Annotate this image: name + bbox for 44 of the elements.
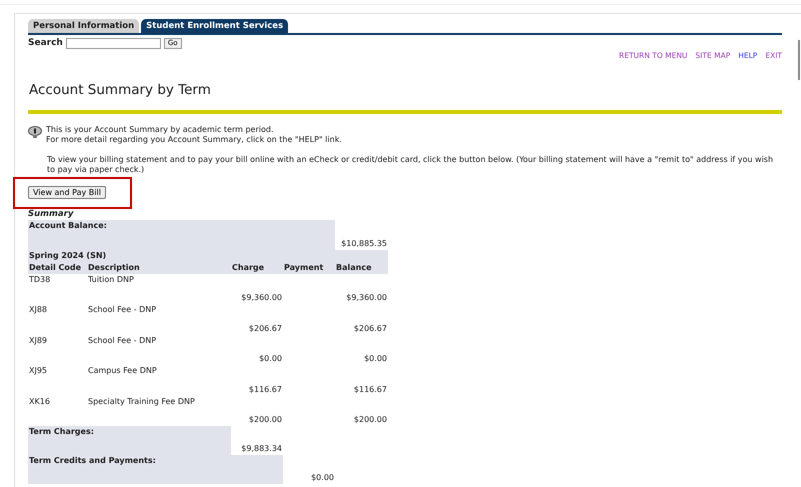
table-cell-text: $116.67 — [352, 384, 388, 396]
tab[interactable]: Personal Information — [28, 19, 140, 33]
column-header: Charge — [231, 262, 283, 274]
page-title: Account Summary by Term — [29, 80, 212, 99]
search-label: Search — [28, 37, 63, 50]
column-header: Payment — [283, 262, 335, 274]
table-cell-text: $0.00 — [258, 353, 283, 366]
info-icon — [28, 126, 42, 138]
table-cell-text: $9,360.00 — [240, 292, 283, 304]
table-cell-text: Tuition DNP — [87, 274, 135, 286]
table-cell-text: $10,885.35 — [340, 238, 388, 250]
table-cell-text: $9,360.00 — [345, 292, 388, 304]
term-heading: Spring 2024 (SN) — [28, 250, 388, 262]
tab[interactable]: Student Enrollment Services — [141, 19, 288, 33]
table-cell-text: $200.00 — [248, 414, 283, 426]
table-cell-text: XJ88 — [28, 304, 48, 316]
search-field[interactable] — [66, 38, 161, 50]
table-cell-text: XJ89 — [28, 334, 48, 347]
info-text: For more detail regarding you Account Summary, click on the "HELP" link. — [46, 134, 342, 145]
table-cell-text: $206.67 — [248, 322, 283, 335]
table-label-cell: Account Balance: — [28, 220, 335, 250]
table-cell-text: $206.67 — [352, 322, 388, 335]
table-cell-text: TD38 — [28, 274, 52, 286]
table-cell-text: Specialty Training Fee DNP — [87, 396, 196, 408]
summary-caption: Summary — [28, 208, 74, 220]
info-text: This is your Account Summary by academic term period. — [46, 124, 274, 135]
table-cell-text: XJ95 — [28, 365, 48, 378]
table-cell-text: Campus Fee DNP — [87, 365, 158, 378]
table-cell-text: School Fee - DNP — [87, 304, 158, 316]
scrollbar-thumb[interactable] — [798, 40, 800, 80]
column-header: Balance — [335, 262, 388, 274]
table-cell-text: XK16 — [28, 396, 51, 408]
column-header: Description — [87, 262, 231, 274]
table-cell-text: School Fee - DNP — [87, 334, 158, 347]
table-cell-text: $9,883.34 — [240, 443, 283, 456]
view-and-pay-bill-button[interactable]: View and Pay Bill — [28, 186, 106, 199]
table-label-cell: Term Charges: — [28, 426, 231, 456]
column-header: Detail Code — [28, 262, 87, 274]
table-cell-text: $0.00 — [363, 353, 388, 366]
table-label-cell: Term Credits and Payments: — [28, 455, 283, 484]
billing-instructions: To view your billing statement and to pay your bill online with an eCheck or credit/debit card, click the button below. (Your billing statement will have a "remit to" address if you wish to pay via paper check.) — [47, 154, 774, 175]
table-cell-text: $200.00 — [352, 414, 388, 426]
table-cell-text: $116.67 — [248, 384, 283, 396]
table-cell-text: $0.00 — [310, 472, 335, 484]
